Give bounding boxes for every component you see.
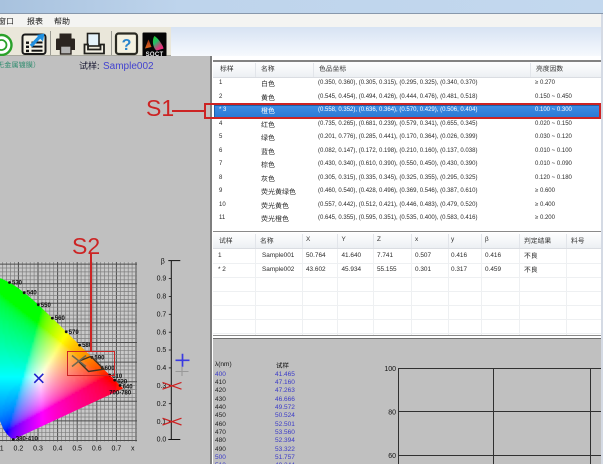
svg-text:570: 570 (69, 330, 80, 336)
svg-text:380-410: 380-410 (16, 437, 39, 443)
svg-text:0.1: 0.1 (0, 446, 4, 453)
svg-text:β: β (161, 259, 165, 266)
svg-text:700-780: 700-780 (109, 391, 132, 397)
svg-text:0.5: 0.5 (72, 446, 82, 453)
svg-text:560: 560 (55, 316, 66, 322)
svg-text:60: 60 (388, 453, 396, 460)
svg-text:0.7: 0.7 (157, 312, 167, 319)
svg-text:0.2: 0.2 (157, 401, 167, 408)
svg-text:0.0: 0.0 (157, 437, 167, 444)
svg-text:0.4: 0.4 (53, 446, 63, 453)
svg-text:550: 550 (41, 303, 52, 309)
svg-text:0.6: 0.6 (92, 446, 102, 453)
svg-text:0.7: 0.7 (112, 446, 122, 453)
svg-text:540: 540 (27, 291, 38, 297)
svg-text:0.3: 0.3 (33, 446, 43, 453)
svg-text:80: 80 (388, 410, 396, 417)
svg-text:0.4: 0.4 (157, 365, 167, 372)
svg-text:SQCT: SQCT (146, 52, 164, 56)
svg-text:0.9: 0.9 (157, 276, 167, 283)
svg-text:530: 530 (12, 281, 23, 287)
svg-text:0.8: 0.8 (157, 294, 167, 301)
svg-text:0.2: 0.2 (14, 446, 24, 453)
svg-text:0.6: 0.6 (157, 329, 167, 336)
svg-text:x: x (131, 446, 135, 453)
svg-text:100: 100 (384, 366, 396, 373)
svg-text:?: ? (122, 37, 132, 54)
svg-text:640: 640 (123, 384, 134, 390)
svg-text:0.5: 0.5 (157, 347, 167, 354)
